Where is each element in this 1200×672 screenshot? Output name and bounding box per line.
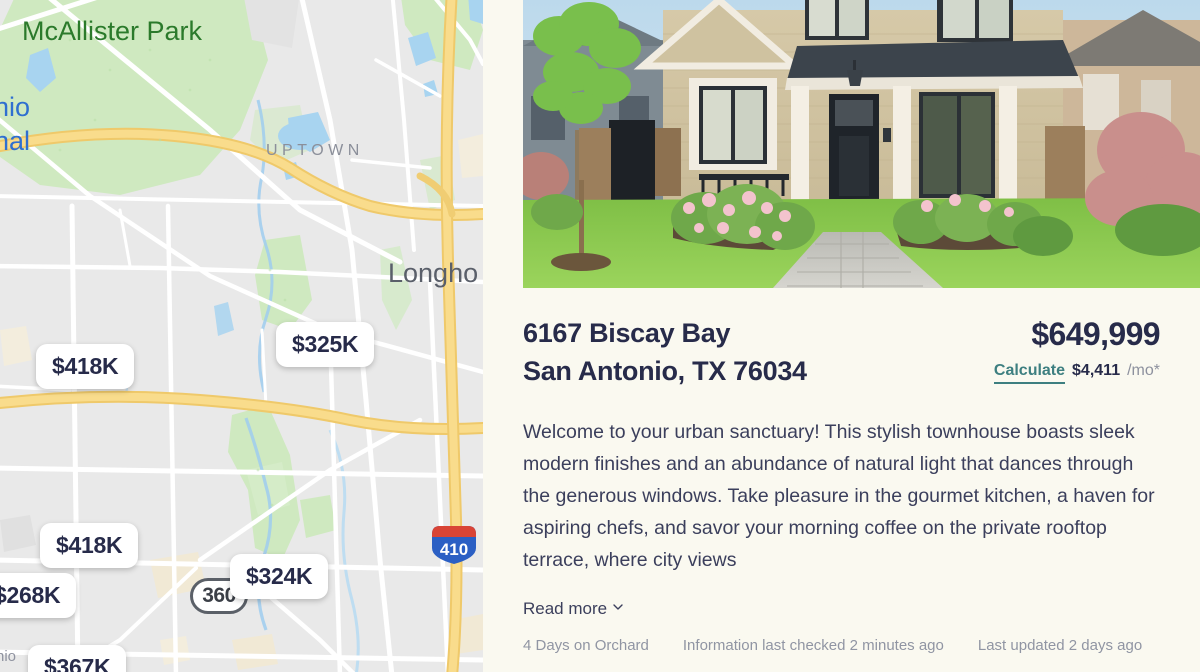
days-on-market: 4 Days on Orchard xyxy=(523,636,649,654)
listing-detail-panel: 6167 Biscay Bay San Antonio, TX 76034 $6… xyxy=(483,0,1200,672)
mortgage-estimate: Calculate $4,411 /mo* xyxy=(993,361,1160,384)
interstate-410-number: 410 xyxy=(440,540,468,559)
address-line-1: 6167 Biscay Bay xyxy=(523,318,731,348)
map-price-marker[interactable]: $325K xyxy=(276,322,375,367)
address-line-2: San Antonio, TX 76034 xyxy=(523,356,807,387)
map-price-marker[interactable]: $418K xyxy=(40,523,139,568)
price-block: $649,999 Calculate $4,411 /mo* xyxy=(993,314,1161,384)
property-photo[interactable] xyxy=(523,0,1200,288)
read-more-button[interactable]: Read more xyxy=(523,598,623,619)
map-price-marker[interactable]: $268K xyxy=(0,573,77,618)
last-checked: Information last checked 2 minutes ago xyxy=(682,636,944,654)
map-price-marker[interactable]: $324K xyxy=(230,554,329,599)
read-more-label: Read more xyxy=(523,598,608,618)
listing-price: $649,999 xyxy=(1031,316,1160,352)
monthly-payment: $4,411 xyxy=(1072,361,1121,379)
listing-header: 6167 Biscay Bay San Antonio, TX 76034 $6… xyxy=(523,288,1161,391)
last-updated: Last updated 2 days ago xyxy=(977,636,1143,654)
listing-detail-screen: McAllister Park nio nal UPTOWN Longho ni… xyxy=(0,0,1200,672)
listing-info: 6167 Biscay Bay San Antonio, TX 76034 $6… xyxy=(483,288,1200,654)
interstate-410-shield[interactable]: 410 xyxy=(428,522,480,566)
monthly-unit: /mo* xyxy=(1127,361,1160,379)
listing-meta: 4 Days on Orchard Information last check… xyxy=(523,637,1160,654)
chevron-down-icon xyxy=(613,602,623,611)
property-address: 6167 Biscay Bay San Antonio, TX 76034 xyxy=(523,314,807,391)
listing-description: Welcome to your urban sanctuary! This st… xyxy=(523,420,1155,571)
map-price-marker[interactable]: $367K xyxy=(28,645,127,672)
calculate-link[interactable]: Calculate xyxy=(993,362,1066,384)
map-pane[interactable]: McAllister Park nio nal UPTOWN Longho ni… xyxy=(0,0,483,672)
map-price-marker[interactable]: $418K xyxy=(36,344,135,389)
